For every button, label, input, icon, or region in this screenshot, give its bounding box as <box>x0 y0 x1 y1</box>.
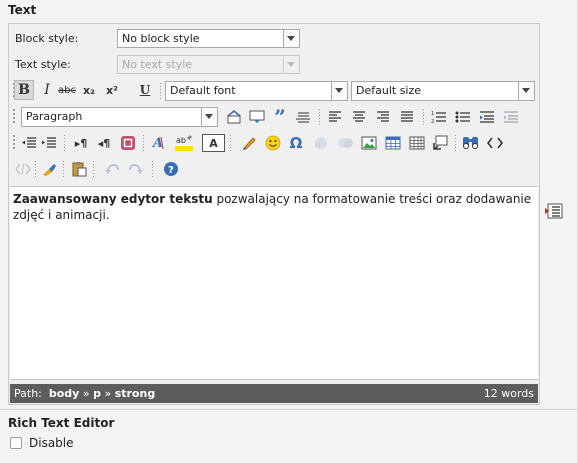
numbered-list-icon[interactable]: 12 <box>429 107 449 127</box>
show-blocks-icon[interactable] <box>13 159 33 179</box>
italic-button[interactable]: I <box>37 80 57 100</box>
text-style-select[interactable]: No text style <box>117 55 300 74</box>
subscript-button[interactable]: x₂ <box>79 80 99 100</box>
pencil-icon[interactable] <box>239 133 259 153</box>
chevron-down-icon <box>518 82 534 100</box>
undo-icon[interactable] <box>102 159 122 179</box>
ltr-button[interactable]: ▸¶ <box>71 133 91 153</box>
toolbar-separator <box>455 135 456 151</box>
media-icon[interactable] <box>335 133 355 153</box>
rte-title: Rich Text Editor <box>8 416 115 430</box>
rtl-button[interactable]: ◂¶ <box>94 133 114 153</box>
editor-statusbar: Path: body » p » strong 12 words <box>10 384 538 403</box>
strikethrough-button[interactable]: abc <box>57 80 77 100</box>
svg-text:?: ? <box>168 165 174 176</box>
indent-icon[interactable] <box>501 107 521 127</box>
blocks-icon[interactable] <box>224 107 244 127</box>
svg-text:1: 1 <box>431 111 434 117</box>
highlight-icon[interactable]: ab <box>174 133 194 153</box>
underline-button[interactable]: U <box>135 80 155 100</box>
align-left-icon[interactable] <box>325 107 345 127</box>
div-container-icon[interactable] <box>247 107 267 127</box>
path-separator: » <box>82 387 90 400</box>
element-path: Path: body » p » strong <box>14 384 155 403</box>
table-properties-icon[interactable] <box>407 133 427 153</box>
svg-text:ab: ab <box>176 136 186 145</box>
toolbar-separator <box>319 109 320 125</box>
section-divider <box>0 409 577 410</box>
font-size-value: Default size <box>356 84 422 97</box>
word-count: 12 words <box>483 387 534 400</box>
block-style-value: No block style <box>122 32 200 45</box>
align-right-icon[interactable] <box>373 107 393 127</box>
decrease-indent-icon[interactable] <box>19 133 39 153</box>
table-icon[interactable] <box>383 133 403 153</box>
toolbar-separator <box>64 135 65 151</box>
flash-icon[interactable] <box>311 133 331 153</box>
svg-text:2: 2 <box>431 119 434 124</box>
toolbar-grip <box>13 109 15 125</box>
omega-icon[interactable]: Ω <box>286 133 306 153</box>
text-style-label: Text style: <box>15 58 71 71</box>
toolbar-separator <box>160 83 161 99</box>
align-justify-icon[interactable] <box>397 107 417 127</box>
increase-indent-icon[interactable] <box>39 133 59 153</box>
help-icon[interactable]: ? <box>161 159 181 179</box>
superscript-button[interactable]: x² <box>102 80 122 100</box>
editor-content-area[interactable]: Zaawansowany edytor tekstu pozwalający n… <box>10 186 538 380</box>
editor-content-text: Zaawansowany edytor tekstu pozwalający n… <box>13 191 533 223</box>
horizontal-rule-icon[interactable] <box>293 107 313 127</box>
path-label: Path: <box>14 387 42 400</box>
blockquote-icon[interactable]: ” <box>270 105 290 129</box>
toolbar-separator <box>63 161 64 177</box>
redo-icon[interactable] <box>126 159 146 179</box>
font-size-select[interactable]: Default size <box>351 81 535 101</box>
toolbar-separator <box>35 161 36 177</box>
path-separator: » <box>104 387 112 400</box>
font-select[interactable]: Default font <box>165 81 348 101</box>
smiley-icon[interactable] <box>263 133 283 153</box>
format-value: Paragraph <box>26 110 83 123</box>
rich-text-editor: Block style: No block style Text style: … <box>8 23 540 405</box>
paste-icon[interactable] <box>69 159 89 179</box>
format-select[interactable]: Paragraph <box>21 107 218 127</box>
toolbar-grip <box>13 135 15 151</box>
list-edit-icon[interactable] <box>545 203 563 219</box>
disable-label: Disable <box>29 436 74 450</box>
chevron-down-icon <box>331 82 347 100</box>
source-code-icon[interactable] <box>485 133 505 153</box>
path-item-strong[interactable]: strong <box>115 387 156 400</box>
section-title: Text <box>8 3 37 17</box>
content-bold-text: Zaawansowany edytor tekstu <box>13 192 213 206</box>
clear-formatting-icon[interactable] <box>39 159 59 179</box>
toolbar-separator <box>143 135 144 151</box>
disable-checkbox[interactable] <box>10 437 22 449</box>
outdent-icon[interactable] <box>477 107 497 127</box>
font-value: Default font <box>170 84 236 97</box>
chevron-down-icon <box>201 108 217 126</box>
chevron-down-icon <box>283 56 299 73</box>
bulleted-list-icon[interactable] <box>453 107 473 127</box>
text-color-button[interactable]: A <box>202 134 225 152</box>
insert-link-icon[interactable] <box>430 133 450 153</box>
path-item-body[interactable]: body <box>49 387 79 400</box>
align-center-icon[interactable] <box>349 107 369 127</box>
bold-button[interactable]: B <box>14 80 34 100</box>
path-item-p[interactable]: p <box>93 387 101 400</box>
block-style-label: Block style: <box>15 32 79 45</box>
find-icon[interactable] <box>461 133 481 153</box>
toolbar-separator <box>230 135 231 151</box>
block-style-select[interactable]: No block style <box>117 29 300 48</box>
toolbar-separator <box>93 161 94 177</box>
toolbar-separator <box>152 161 153 177</box>
text-style-value: No text style <box>122 58 193 71</box>
image-icon[interactable] <box>359 133 379 153</box>
language-icon[interactable] <box>118 133 138 153</box>
chevron-down-icon <box>283 30 299 47</box>
toolbar-separator <box>423 109 424 125</box>
remove-format-icon[interactable]: A <box>149 133 169 153</box>
